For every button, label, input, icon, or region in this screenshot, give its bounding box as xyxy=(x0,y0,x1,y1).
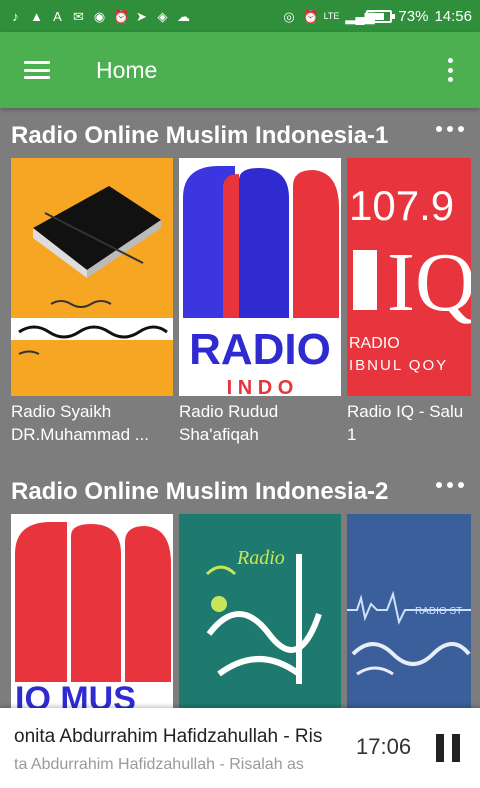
station-name: Radio IQ - Salu xyxy=(347,402,464,421)
section-title: Radio Online Muslim Indonesia-1 xyxy=(11,122,389,149)
telegram-icon: ➤ xyxy=(136,8,147,24)
hotspot-icon: ◎ xyxy=(283,8,295,24)
layers-icon: ◈ xyxy=(157,8,168,24)
artwork-frequency: 107.9 xyxy=(349,182,454,229)
battery-percentage: 73% xyxy=(398,7,429,25)
station-artwork: RADIO I N D O xyxy=(179,158,341,396)
station-row: IO MUS Radio RADIO ST xyxy=(11,514,471,708)
artwork-ibnul-label: IBNUL QOY xyxy=(349,357,448,374)
gmail-icon: ✉ xyxy=(73,8,84,24)
station-name: Radio Syaikh xyxy=(11,402,112,421)
station-name-line2: Sha'afiqah xyxy=(179,425,259,444)
artwork-radio-script: Radio xyxy=(236,547,285,569)
status-bar: ♪ ▲ A ✉ ◉ ⏰ ➤ ◈ ☁ ◎ ⏰ LTE ▂▄▆ 73% 14:56 xyxy=(0,0,480,32)
artwork-iq-logo: IQ xyxy=(387,236,471,329)
artwork-radio-label: RADIO xyxy=(349,335,400,352)
now-playing-title: onita Abdurrahim Hafidzahullah - Ris xyxy=(14,726,323,747)
station-artwork xyxy=(11,158,173,396)
station-card[interactable]: RADIO I N D O Radio Rudud Sha'afiqah xyxy=(179,158,341,446)
station-artwork: 107.9 IQ RADIO IBNUL QOY xyxy=(347,158,471,396)
app-bar: Home xyxy=(0,32,480,108)
now-playing-time: 17:06 xyxy=(356,734,412,759)
station-card[interactable]: 107.9 IQ RADIO IBNUL QOY Radio IQ - Salu… xyxy=(347,158,471,446)
network-type-label: LTE xyxy=(323,10,340,21)
alarm-icon: ⏰ xyxy=(113,8,130,24)
notification-icons: ♪ ▲ A ✉ ◉ ⏰ ➤ ◈ ☁ xyxy=(8,9,191,24)
a-icon: A xyxy=(53,8,62,24)
warning-icon: ▲ xyxy=(30,8,43,24)
station-name-line2: 1 xyxy=(347,425,357,444)
record-icon: ◉ xyxy=(93,8,106,24)
now-playing-bar[interactable]: onita Abdurrahim Hafidzahullah - Ris ta … xyxy=(0,708,480,788)
section-more-icon[interactable] xyxy=(436,482,464,488)
menu-icon[interactable] xyxy=(24,61,50,79)
music-note-icon: ♪ xyxy=(12,8,19,24)
system-icons: ◎ ⏰ LTE ▂▄▆ 73% 14:56 xyxy=(282,8,472,25)
artwork-radio-word: RADIO xyxy=(189,325,331,374)
station-card[interactable]: Radio xyxy=(179,514,341,708)
artwork-indo-word: I N D O xyxy=(227,377,294,396)
page-title: Home xyxy=(96,56,158,83)
clock: 14:56 xyxy=(434,7,472,25)
pause-icon[interactable] xyxy=(436,734,460,762)
cloud-icon: ☁ xyxy=(177,8,190,24)
signal-icon: ▂▄▆ xyxy=(345,8,375,24)
overflow-menu-icon[interactable] xyxy=(440,58,460,82)
station-artwork: RADIO ST xyxy=(347,514,471,708)
artwork-radio-st: RADIO ST xyxy=(415,606,462,617)
now-playing-subtitle: ta Abdurrahim Hafidzahullah - Risalah as xyxy=(14,756,304,773)
station-card[interactable]: RADIO ST xyxy=(347,514,471,708)
station-name: Radio Rudud xyxy=(179,402,279,421)
station-artwork: IO MUS xyxy=(11,514,173,708)
alarm-clock-icon: ⏰ xyxy=(302,8,319,24)
station-card[interactable]: IO MUS xyxy=(11,514,173,708)
station-card[interactable]: Radio Syaikh DR.Muhammad ... xyxy=(11,158,173,446)
section-more-icon[interactable] xyxy=(436,126,464,132)
station-name-line2: DR.Muhammad ... xyxy=(11,425,149,444)
battery-icon xyxy=(366,9,396,23)
station-artwork: Radio xyxy=(179,514,341,708)
section-title: Radio Online Muslim Indonesia-2 xyxy=(11,478,389,505)
artwork-io-mus: IO MUS xyxy=(15,680,136,708)
station-row: Radio Syaikh DR.Muhammad ... RADIO I N D… xyxy=(11,158,471,446)
